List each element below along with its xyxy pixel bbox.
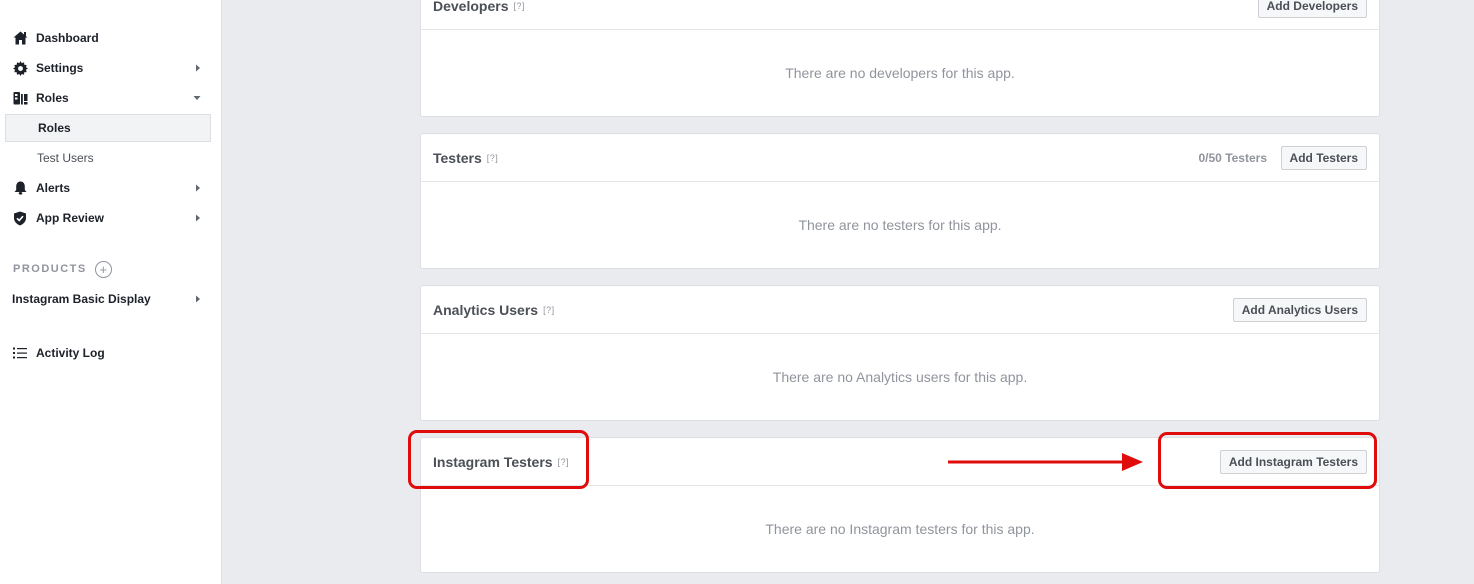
- help-link[interactable]: [?]: [543, 305, 555, 315]
- sidebar-item-instagram-basic-display[interactable]: Instagram Basic Display: [0, 284, 211, 314]
- list-icon: [12, 345, 28, 361]
- gear-icon: [12, 60, 28, 76]
- empty-message: There are no developers for this app.: [785, 65, 1015, 81]
- help-link[interactable]: [?]: [558, 457, 570, 467]
- products-header: PRODUCTS +: [13, 260, 112, 278]
- panel-header: Testers [?] 0/50 Testers Add Testers: [421, 134, 1379, 182]
- sidebar-item-label: Activity Log: [36, 346, 105, 360]
- testers-panel: Testers [?] 0/50 Testers Add Testers The…: [420, 133, 1380, 269]
- panel-title: Analytics Users [?]: [433, 286, 555, 334]
- home-icon: [12, 30, 28, 46]
- panel-title-text: Instagram Testers: [433, 454, 553, 470]
- help-link[interactable]: [?]: [513, 1, 525, 11]
- sidebar-subitem-label: Test Users: [37, 151, 94, 165]
- sidebar-item-label: Dashboard: [36, 31, 99, 45]
- chevron-down-icon: [193, 83, 201, 113]
- panel-title-text: Developers: [433, 0, 509, 14]
- sidebar-subitem-label: Roles: [38, 121, 71, 135]
- panel-title-text: Testers: [433, 150, 482, 166]
- developers-panel: Developers [?] Add Developers There are …: [420, 0, 1380, 117]
- sidebar-item-label: Roles: [36, 91, 69, 105]
- sidebar-item-settings[interactable]: Settings: [0, 53, 211, 83]
- sidebar: Dashboard Settings Roles Roles Test User…: [0, 0, 222, 584]
- panel-title: Instagram Testers [?]: [433, 438, 569, 486]
- panel-header: Developers [?] Add Developers: [421, 0, 1379, 30]
- panel-header: Analytics Users [?] Add Analytics Users: [421, 286, 1379, 334]
- sidebar-subitem-roles[interactable]: Roles: [5, 114, 211, 142]
- sidebar-item-label: App Review: [36, 211, 105, 225]
- sidebar-item-alerts[interactable]: Alerts: [0, 173, 211, 203]
- instagram-testers-panel: Instagram Testers [?] Add Instagram Test…: [420, 437, 1380, 573]
- add-product-plus-icon[interactable]: +: [94, 260, 112, 278]
- panel-title-text: Analytics Users: [433, 302, 539, 318]
- chevron-right-icon: [195, 53, 201, 83]
- annotation-arrow-icon: [948, 453, 1143, 471]
- empty-message: There are no Analytics users for this ap…: [772, 369, 1028, 385]
- chevron-right-icon: [195, 284, 201, 314]
- add-developers-button[interactable]: Add Developers: [1257, 0, 1367, 18]
- shield-check-icon: [12, 210, 28, 226]
- bell-icon: [12, 180, 28, 196]
- sidebar-item-activity-log[interactable]: Activity Log: [0, 338, 211, 368]
- empty-message: There are no testers for this app.: [798, 217, 1002, 233]
- empty-message: There are no Instagram testers for this …: [765, 521, 1035, 537]
- sidebar-item-dashboard[interactable]: Dashboard: [0, 23, 211, 53]
- sidebar-item-roles[interactable]: Roles: [0, 83, 211, 113]
- panel-title: Testers [?]: [433, 134, 498, 182]
- roles-icon: [12, 90, 28, 106]
- chevron-right-icon: [195, 203, 201, 233]
- sidebar-item-label: Instagram Basic Display: [12, 292, 151, 306]
- add-testers-button[interactable]: Add Testers: [1280, 146, 1367, 170]
- add-instagram-testers-button[interactable]: Add Instagram Testers: [1219, 450, 1367, 474]
- panel-title: Developers [?]: [433, 0, 525, 30]
- sidebar-item-app-review[interactable]: App Review: [0, 203, 211, 233]
- help-link[interactable]: [?]: [487, 153, 499, 163]
- products-header-label: PRODUCTS: [13, 263, 87, 275]
- panel-header: Instagram Testers [?] Add Instagram Test…: [421, 438, 1379, 486]
- testers-count: 0/50 Testers: [1198, 151, 1268, 165]
- sidebar-item-label: Alerts: [36, 181, 71, 195]
- analytics-users-panel: Analytics Users [?] Add Analytics Users …: [420, 285, 1380, 421]
- add-analytics-users-button[interactable]: Add Analytics Users: [1232, 298, 1367, 322]
- sidebar-item-label: Settings: [36, 61, 84, 75]
- chevron-right-icon: [195, 173, 201, 203]
- sidebar-subitem-test-users[interactable]: Test Users: [5, 144, 211, 172]
